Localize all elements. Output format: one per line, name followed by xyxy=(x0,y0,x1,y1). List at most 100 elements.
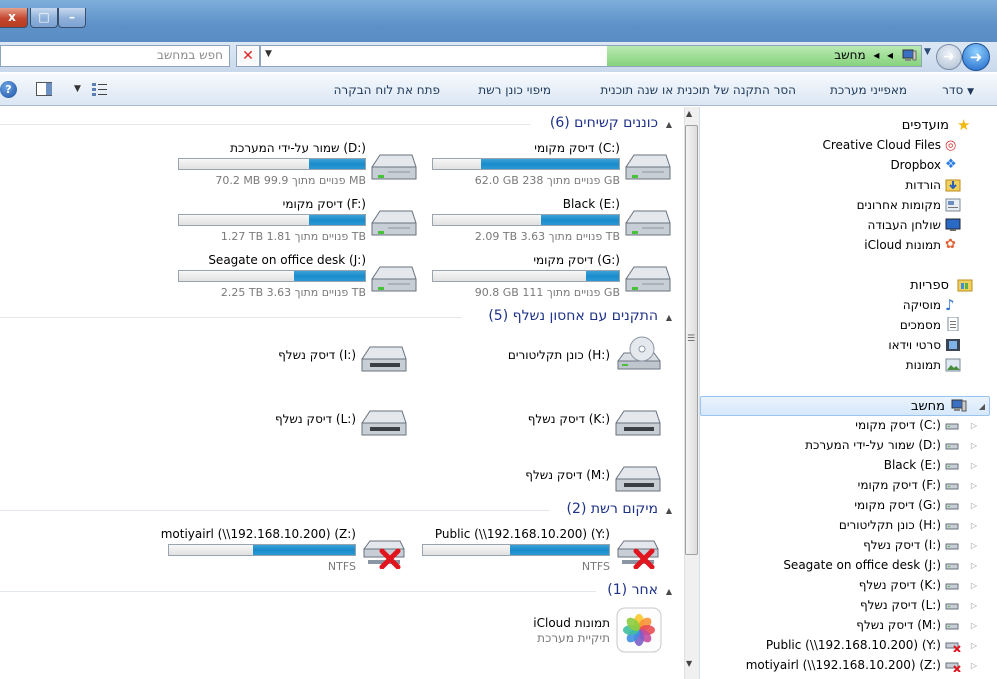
nav-drive-item[interactable]: דיסק נשלף (K:) xyxy=(859,578,941,592)
address-history-dropdown-icon[interactable]: ▼ xyxy=(265,49,272,59)
expand-arrow-icon[interactable]: ▷ xyxy=(971,601,977,610)
drive-tile[interactable]: Seagate on office desk (J:) 2.25 TB פנויי… xyxy=(178,253,418,299)
drive-tile[interactable]: דיסק נשלף (I:) xyxy=(248,339,408,379)
minimize-button[interactable]: – xyxy=(58,8,86,28)
drive-tile[interactable]: דיסק נשלף (K:) xyxy=(502,403,662,443)
drive-tile[interactable]: כונן תקליטורים (H:) xyxy=(502,336,662,379)
icloud-photos-tile[interactable]: iCloud תמונות תיקיית מערכת xyxy=(482,607,662,655)
nav-drive-item[interactable]: דיסק מקומי (F:) xyxy=(858,478,941,492)
view-options-dropdown-icon[interactable]: ▼ xyxy=(74,84,81,94)
drive-tile[interactable]: Black (E:) 2.09 TB פנויים מתוך 3.63 TB xyxy=(432,197,672,243)
drive-tile[interactable]: דיסק מקומי (F:) 1.27 TB פנויים מתוך 1.81 … xyxy=(178,197,418,243)
scroll-up-icon[interactable]: ▲ xyxy=(686,109,692,118)
drive-name: דיסק נשלף (K:) xyxy=(527,412,610,426)
usage-bar xyxy=(432,158,620,170)
nav-item-icloud-photos[interactable]: iCloud תמונות xyxy=(864,238,941,252)
nav-item-downloads[interactable]: הורדות xyxy=(905,178,941,192)
nav-item-creative-cloud[interactable]: Creative Cloud Files xyxy=(822,138,941,152)
nav-drive-item[interactable]: דיסק מקומי (C:) xyxy=(855,418,941,432)
nav-item-dropbox[interactable]: Dropbox xyxy=(890,158,941,172)
map-network-drive-button[interactable]: מיפוי כונן רשת xyxy=(478,83,551,97)
network-drive-tile[interactable]: motiyairl (\\192.168.10.200) (Z:) NTFS xyxy=(161,527,408,573)
expand-arrow-icon[interactable]: ▷ xyxy=(971,541,977,550)
collapse-icon[interactable]: ▲ xyxy=(666,313,672,322)
drive-icon xyxy=(945,620,959,630)
breadcrumb-separator-icon[interactable]: ◂ xyxy=(873,48,879,62)
nav-drive-item[interactable]: motiyairl (\\192.168.10.200) (Z:) xyxy=(746,658,941,672)
collapse-icon[interactable]: ▲ xyxy=(666,506,672,515)
expand-arrow-icon[interactable]: ▷ xyxy=(971,521,977,530)
collapse-icon[interactable]: ▲ xyxy=(666,587,672,596)
nav-drive-item[interactable]: Public (\\192.168.10.200) (Y:) xyxy=(766,638,941,652)
expand-arrow-icon[interactable]: ▷ xyxy=(971,661,977,670)
nav-drive-item[interactable]: דיסק נשלף (L:) xyxy=(860,598,941,612)
removable-disk-icon xyxy=(614,405,662,442)
nav-drive-item[interactable]: Black (E:) xyxy=(884,458,941,472)
drive-tile[interactable]: דיסק מקומי (C:) 62.0 GB פנויים מתוך 238 G… xyxy=(432,141,672,187)
expand-arrow-icon[interactable]: ▷ xyxy=(971,621,977,630)
drive-tile[interactable]: דיסק מקומי (G:) 90.8 GB פנויים מתוך 111 G… xyxy=(432,253,672,299)
nav-computer[interactable]: מחשב ◢ xyxy=(700,396,990,416)
drive-name: כונן תקליטורים (H:) xyxy=(507,348,610,362)
maximize-button[interactable]: □ xyxy=(30,8,58,28)
hard-drive-icon xyxy=(370,149,418,186)
nav-item-music[interactable]: מוסיקה xyxy=(903,298,941,312)
expanded-arrow-icon[interactable]: ◢ xyxy=(979,402,985,411)
nav-item-recent-places[interactable]: מקומות אחרונים xyxy=(857,198,941,212)
system-properties-button[interactable]: מאפייני מערכת xyxy=(830,83,907,97)
expand-arrow-icon[interactable]: ▷ xyxy=(971,481,977,490)
drive-tile[interactable]: שמור על-ידי המערכת (D:) 70.2 MB פנויים מת… xyxy=(178,141,418,187)
nav-drive-item[interactable]: דיסק נשלף (I:) xyxy=(863,538,941,552)
expand-arrow-icon[interactable]: ▷ xyxy=(971,581,977,590)
help-icon[interactable]: ? xyxy=(0,81,17,98)
close-button[interactable]: x xyxy=(0,8,28,28)
nav-item-documents[interactable]: מסמכים xyxy=(900,318,941,332)
expand-arrow-icon[interactable]: ▷ xyxy=(971,421,977,430)
change-view-icon[interactable] xyxy=(91,82,108,97)
expand-arrow-icon[interactable]: ▷ xyxy=(971,441,977,450)
expand-arrow-icon[interactable]: ▷ xyxy=(971,641,977,650)
group-title-other[interactable]: אחר (1) xyxy=(607,582,658,598)
nav-drive-item[interactable]: Seagate on office desk (J:) xyxy=(783,558,941,572)
expand-arrow-icon[interactable]: ▷ xyxy=(971,461,977,470)
nav-favorites[interactable]: מועדפים xyxy=(902,118,949,133)
nav-drive-item[interactable]: כונן תקליטורים (H:) xyxy=(839,518,941,532)
address-bar[interactable]: ▼ מחשב ◂ ◂ xyxy=(260,45,922,67)
drive-free-space: 62.0 GB פנויים מתוך 238 GB xyxy=(474,174,620,187)
nav-drive-item[interactable]: דיסק נשלף (M:) xyxy=(856,618,941,632)
clear-address-button[interactable]: ✕ xyxy=(236,45,260,67)
breadcrumb[interactable]: מחשב ◂ ◂ xyxy=(834,48,893,62)
drive-icon xyxy=(945,560,959,570)
search-input[interactable]: חפש במחשב xyxy=(0,45,230,67)
expand-arrow-icon[interactable]: ▷ xyxy=(971,561,977,570)
nav-item-pictures[interactable]: תמונות xyxy=(906,358,941,372)
group-title-hard-drives[interactable]: כוננים קשיחים (6) xyxy=(550,115,658,131)
scroll-down-icon[interactable]: ▼ xyxy=(686,659,692,668)
group-divider xyxy=(0,591,596,592)
nav-drive-item[interactable]: שמור על-ידי המערכת (D:) xyxy=(805,438,941,452)
group-title-removable[interactable]: התקנים עם אחסון נשלף (5) xyxy=(488,308,658,324)
removable-disk-icon xyxy=(614,461,662,498)
drive-tile[interactable]: דיסק נשלף (M:) xyxy=(502,459,662,499)
back-button[interactable]: ➜ xyxy=(936,44,962,70)
forward-button[interactable]: ➜ xyxy=(962,43,990,71)
group-title-network[interactable]: מיקום רשת (2) xyxy=(567,501,658,517)
usage-bar-fill xyxy=(252,545,355,555)
uninstall-program-button[interactable]: הסר התקנה של תוכנית או שנה תוכנית xyxy=(600,83,796,97)
breadcrumb-computer[interactable]: מחשב xyxy=(834,48,865,62)
title-bar xyxy=(0,0,997,42)
nav-item-desktop[interactable]: שולחן העבודה xyxy=(868,218,941,232)
open-control-panel-button[interactable]: פתח את לוח הבקרה xyxy=(334,83,440,97)
organize-button[interactable]: סדר ▼ xyxy=(942,83,974,97)
network-drive-tile[interactable]: Public (\\192.168.10.200) (Y:) NTFS xyxy=(422,527,662,573)
recent-pages-dropdown-icon[interactable]: ▼ xyxy=(924,47,931,57)
drive-tile[interactable]: דיסק נשלף (L:) xyxy=(248,403,408,443)
nav-libraries[interactable]: ספריות xyxy=(910,278,949,293)
documents-icon xyxy=(947,317,959,331)
preview-pane-icon[interactable] xyxy=(36,82,52,96)
nav-item-videos[interactable]: סרטי וידאו xyxy=(888,338,941,352)
collapse-icon[interactable]: ▲ xyxy=(666,120,672,129)
expand-arrow-icon[interactable]: ▷ xyxy=(971,501,977,510)
star-icon: ★ xyxy=(957,116,971,134)
nav-drive-item[interactable]: דיסק מקומי (G:) xyxy=(854,498,941,512)
